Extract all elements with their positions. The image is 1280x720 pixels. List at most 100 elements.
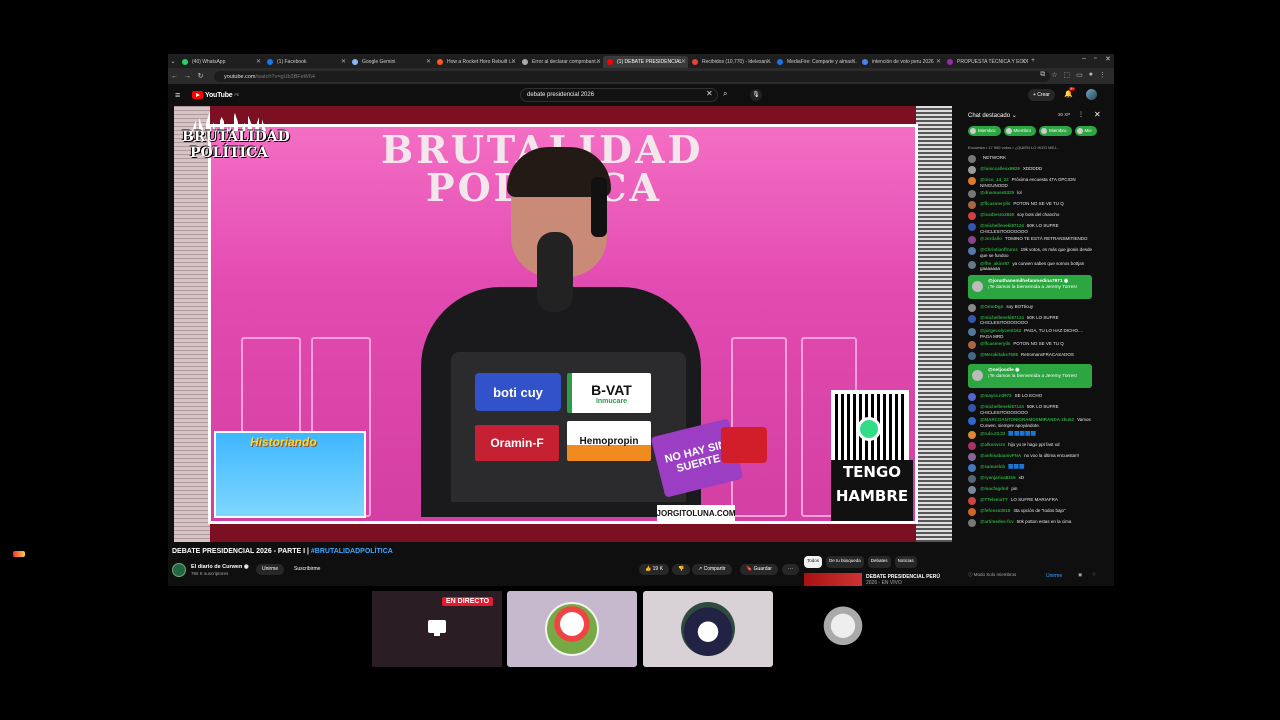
forward-icon[interactable]: → [181,73,194,80]
participant-tile-2[interactable] [643,591,773,667]
notifications-bell-icon[interactable]: 🔔 [1064,90,1073,98]
chat-heart-icon[interactable]: ♡ [1092,572,1096,578]
chat-options-icon[interactable]: ⋮ [1078,111,1084,118]
chat-message[interactable]: @Jordallo TOMINO TE ESTÁ RETRANSMITIENDO [968,236,1096,245]
browser-tab[interactable]: intención de voto peru 2026 ✕ [858,56,943,68]
chat-author-avatar[interactable] [968,341,976,350]
chat-author-name[interactable]: @fhe_akinr97 [980,261,1009,266]
install-icon[interactable]: ⧉ [1040,71,1045,79]
chat-author-name[interactable]: @dnamuss5325 [980,190,1014,195]
pinned-poll[interactable]: Encuesta • 17 990 votos • ¿QUIEN LO HIZO… [968,145,1060,150]
tab-close-icon[interactable]: ✕ [936,58,941,65]
chat-message[interactable]: @michelleneki87124 50K LO SUFRE CHICLESIT… [968,223,1096,234]
chat-author-avatar[interactable] [968,303,976,312]
chat-author-name[interactable]: @samuelcb [980,464,1005,469]
address-bar[interactable]: youtube.com/watch?v=gUb3BFeW64 [214,71,1050,82]
browser-tab[interactable]: Error al declarar comprobant... ✕ [518,56,603,68]
chat-author-name[interactable]: @flcasmeryils [980,341,1010,346]
chat-author-avatar[interactable] [968,417,976,426]
save-button[interactable]: 🔖 Guardar [740,564,778,575]
menu-icon[interactable]: ⋮ [1099,71,1106,79]
chat-author-name[interactable]: @OmoDgn [980,304,1003,309]
chat-author-name[interactable]: @ryanjarisa8315 [980,475,1016,480]
share-button[interactable]: ↗ Compartir [692,564,732,575]
profile-icon[interactable]: ● [1089,71,1093,79]
chat-author-avatar[interactable] [968,518,976,527]
related-video-thumbnail[interactable] [804,573,862,586]
extensions-icon[interactable]: ⬚ [1064,71,1071,79]
back-icon[interactable]: ← [168,73,181,80]
chat-message[interactable]: @dnamuss5325 lol [968,190,1096,199]
account-avatar[interactable] [1086,89,1097,100]
chat-author-avatar[interactable] [968,485,976,494]
chat-author-avatar[interactable] [968,430,976,439]
tab-search-icon[interactable]: ⌄ [168,58,178,65]
participant-tile-1[interactable] [507,591,637,667]
chat-author-avatar[interactable] [968,352,976,361]
chat-message[interactable]: @flcasmeryils POTON NO SE VE TU Q [968,201,1096,210]
chat-author-name[interactable]: @TTelemaTT [980,497,1008,502]
tab-close-icon[interactable]: ✕ [766,58,771,65]
chat-message[interactable]: @flcasmeryils POTON NO SE VE TU Q [968,341,1096,350]
new-tab-button[interactable]: + [1028,58,1038,64]
chat-message[interactable]: @samuelcb 🟦🟦🟦 [968,463,1096,473]
chat-message[interactable]: @jorgecolycent162 PAGA, TU LO HAZ DICHO..… [968,327,1096,339]
chat-close-icon[interactable]: ✕ [1094,110,1101,119]
member-pill[interactable]: Miembro [968,126,1001,136]
participant-tile-3[interactable] [778,591,908,667]
tab-close-icon[interactable]: ✕ [511,58,516,65]
chat-author-avatar[interactable] [968,260,976,269]
channel-name[interactable]: El diario de Curwen ◉ [191,564,249,570]
search-input[interactable]: debate presidencial 2026 [520,88,718,102]
chat-message[interactable]: @fhe_akinr97 ya curwen sabes que somos bo… [968,260,1096,272]
chat-author-name[interactable]: @michelleneki87124 [980,223,1024,228]
browser-tab[interactable]: MediaFire: Comparte y almac... ✕ [773,56,858,68]
maximize-icon[interactable]: ▫ [1094,55,1096,62]
chat-author-name[interactable]: @artimedes-fcv [980,519,1014,524]
member-pill[interactable]: Miembro [1003,126,1037,136]
chat-author-name[interactable]: @mayra.n3972 [980,393,1012,398]
chat-message[interactable]: @rulo.23.23 🟦🟦🟦🟦🟦 [968,430,1096,440]
tab-close-icon[interactable]: ✕ [851,58,856,65]
chat-author-avatar[interactable] [968,496,976,505]
reload-icon[interactable]: ↻ [194,72,207,80]
chat-welcome-message[interactable]: @neljoodle ◉ ¡Te damos la bienvenida a Je… [968,364,1092,389]
chat-message[interactable]: @alkonvcm hijo yo te hago ppt fast xd [968,441,1096,451]
youtube-logo[interactable]: YouTube PE [192,91,239,99]
chat-message[interactable]: @mayra.n3972 SE LO ECHO [968,393,1096,402]
chat-author-name[interactable]: @anhisabaunvFNA [980,453,1021,458]
chat-message[interactable]: @ryanjarisa8315 xD [968,474,1096,484]
chat-author-name[interactable]: @nico_14_22 [980,177,1009,182]
chat-author-avatar[interactable] [968,463,976,472]
chat-author-name[interactable]: @Christianflrurez [980,247,1018,252]
chat-author-name[interactable]: @MARCOANTONIORAMOSMIRANDA-zku52 [980,417,1074,422]
chat-author-avatar[interactable] [968,190,976,199]
chat-author-name[interactable]: @alkonvcm [980,442,1005,447]
chat-message[interactable]: @MARCOANTONIORAMOSMIRANDA-zku52 Vamos Cur… [968,417,1096,428]
chat-message[interactable]: @michelleneki87124 50K LO SUFRE CHICLESIT… [968,314,1096,326]
tab-close-icon[interactable]: ✕ [596,58,601,65]
chat-author-name[interactable]: @macfagdnd [980,486,1008,491]
browser-tab[interactable]: (1) Facebook ✕ [263,56,348,68]
chat-message[interactable]: @luisccalleux9829 XDDDDD [968,166,1096,175]
subscribe-button[interactable]: Suscribirme [288,564,326,575]
bookmark-star-icon[interactable]: ☆ [1051,71,1057,79]
browser-tab[interactable]: Google Gemini ✕ [348,56,433,68]
chat-message[interactable]: @artimedes-fcv 50k potton estas en la cim… [968,518,1096,528]
related-chip[interactable]: Debates [867,556,891,568]
browser-tab[interactable]: PROPUESTA TÉCNICA Y ECON... ✕ [943,56,1028,68]
more-actions-button[interactable]: ··· [782,564,799,575]
chat-author-name[interactable]: @michelleneki87124 [980,315,1024,320]
chat-author-avatar[interactable] [968,223,976,232]
chat-message[interactable]: @macfagdnd pin [968,485,1096,495]
chat-author-avatar[interactable] [968,393,976,402]
clear-search-icon[interactable]: ✕ [706,89,713,98]
tab-close-icon[interactable]: ✕ [681,58,686,65]
related-chip[interactable]: Todos [804,556,823,568]
chat-message[interactable]: @nico_14_22 Próxima encuesta 4TA OPCION N… [968,177,1096,188]
microphone-icon[interactable]: 🎙 [750,89,762,101]
chat-author-name[interactable]: @jorgecolycent162 [980,328,1021,333]
chat-author-avatar[interactable] [968,177,976,185]
chat-author-avatar[interactable] [968,247,976,256]
member-pill[interactable]: Miembro [1039,126,1072,136]
